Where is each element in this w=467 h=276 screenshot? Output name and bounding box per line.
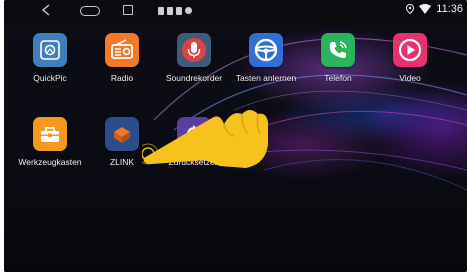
app-soundrekorder[interactable]: Soundrekorder [158, 33, 230, 83]
location-icon [406, 4, 415, 14]
android-screen: 11:36 QuickPic Radio Soundrekorder Taste… [4, 0, 467, 272]
video-icon [393, 33, 427, 67]
app-quickpic[interactable]: QuickPic [14, 33, 86, 83]
recent-apps-icon[interactable] [123, 5, 133, 15]
toolbox-icon [33, 117, 67, 151]
notification-icon [158, 7, 164, 15]
notification-icon [167, 7, 173, 15]
wifi-icon [419, 4, 432, 14]
notification-icons [158, 7, 192, 15]
app-werkzeugkasten[interactable]: Werkzeugkasten [14, 117, 86, 167]
phone-icon [321, 33, 355, 67]
app-label: Video [399, 73, 421, 83]
app-telefon[interactable]: Telefon [302, 33, 374, 83]
pointing-hand-icon [142, 110, 268, 168]
status-bar: 11:36 [4, 0, 467, 22]
app-label: Soundrekorder [165, 73, 223, 83]
home-icon[interactable] [80, 6, 100, 16]
app-radio[interactable]: Radio [86, 33, 158, 83]
notification-icon [185, 7, 192, 14]
app-label: Tasten anlernen [235, 73, 297, 83]
app-video[interactable]: Video [374, 33, 446, 83]
steering-wheel-icon [249, 33, 283, 67]
clock-time: 11:36 [436, 3, 463, 15]
status-indicators: 11:36 [406, 3, 463, 15]
microphone-icon [177, 33, 211, 67]
quickpic-icon [33, 33, 67, 67]
app-tasten-anlernen[interactable]: Tasten anlernen [230, 33, 302, 83]
app-label: QuickPic [33, 73, 67, 83]
notification-icon [176, 7, 182, 15]
radio-icon [105, 33, 139, 67]
back-icon[interactable] [40, 4, 52, 16]
app-label: Radio [110, 73, 134, 83]
zlink-icon [105, 117, 139, 151]
app-label: Werkzeugkasten [18, 157, 82, 167]
app-label: Telefon [324, 73, 352, 83]
